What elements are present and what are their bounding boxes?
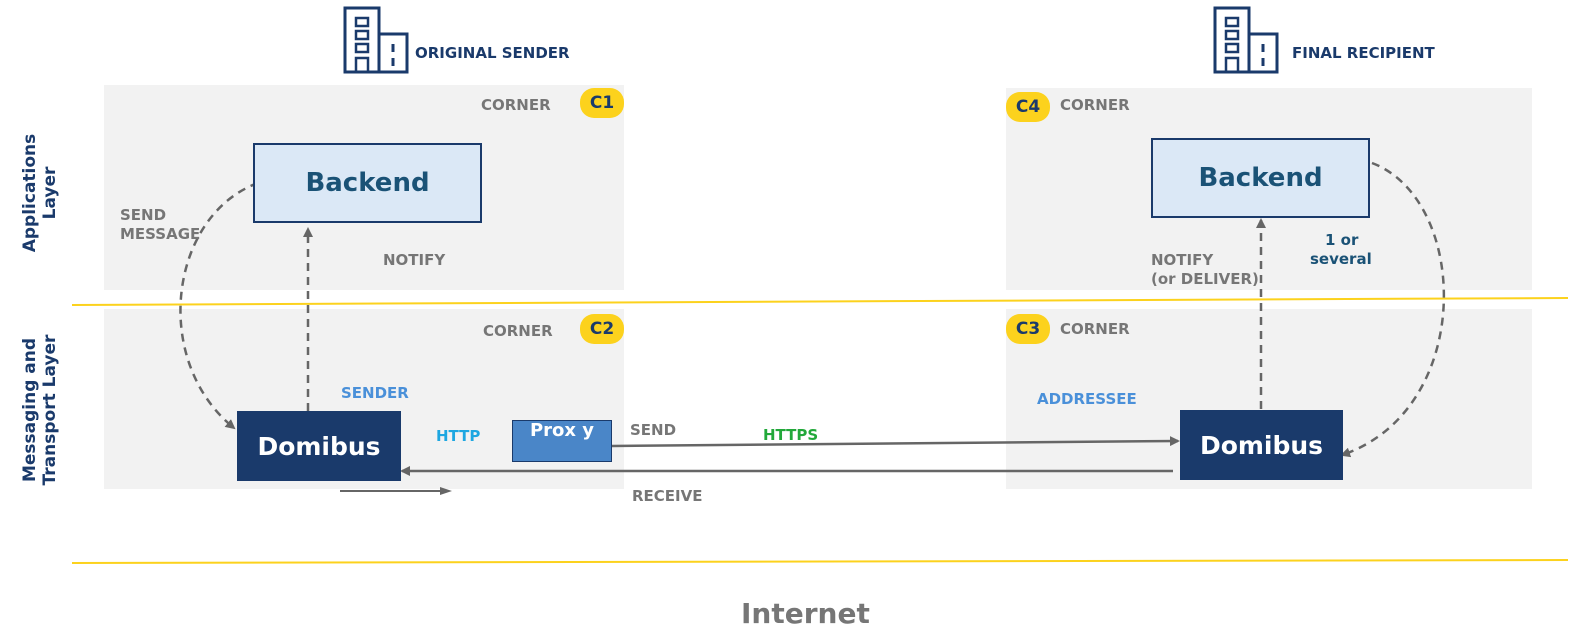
connector-layer: [71, 161, 1569, 564]
corner-badge-c2: C2: [580, 314, 624, 344]
send-arrow: [611, 436, 1180, 448]
internet-label: Internet: [741, 597, 870, 630]
corner-badge-c3: C3: [1006, 314, 1050, 344]
backend-right-node: Backend: [1151, 138, 1370, 218]
domibus-left-node: Domibus: [237, 411, 401, 481]
corner-label-c2: CORNER: [483, 322, 553, 340]
internet-separator-line: [71, 559, 1569, 564]
building-icon: [343, 6, 411, 78]
proxy-node: Prox y: [512, 420, 612, 462]
send-message-label: SEND MESSAGE: [120, 206, 201, 243]
domibus-right-node: Domibus: [1180, 410, 1343, 480]
https-label: HTTPS: [763, 426, 819, 444]
notify-left-label: NOTIFY: [383, 251, 446, 269]
sender-label: SENDER: [341, 384, 409, 402]
original-sender-title: ORIGINAL SENDER: [415, 44, 570, 62]
building-icon: [1213, 6, 1281, 78]
final-recipient-title: FINAL RECIPIENT: [1292, 44, 1435, 62]
one-or-several-label-line2: several: [1310, 250, 1372, 268]
send-label: SEND: [630, 421, 677, 439]
http-label: HTTP: [436, 427, 481, 445]
corner-label-c4: CORNER: [1060, 96, 1130, 114]
layer-separator-line: [71, 297, 1569, 306]
applications-layer-label: Applications Layer: [20, 133, 60, 253]
corner-label-c3: CORNER: [1060, 320, 1130, 338]
backend-left-node: Backend: [253, 143, 482, 223]
addressee-label: ADDRESSEE: [1037, 390, 1137, 408]
corner-label-c1: CORNER: [481, 96, 551, 114]
notify-right-label-line2: (or DELIVER): [1151, 270, 1259, 288]
corner-badge-c4: C4: [1006, 92, 1050, 122]
one-or-several-label-line1: 1 or: [1325, 231, 1359, 249]
receive-label: RECEIVE: [632, 487, 703, 505]
messaging-layer-label: Messaging and Transport Layer: [20, 334, 60, 486]
corner-badge-c1: C1: [580, 88, 624, 118]
notify-right-label-line1: NOTIFY: [1151, 251, 1214, 269]
